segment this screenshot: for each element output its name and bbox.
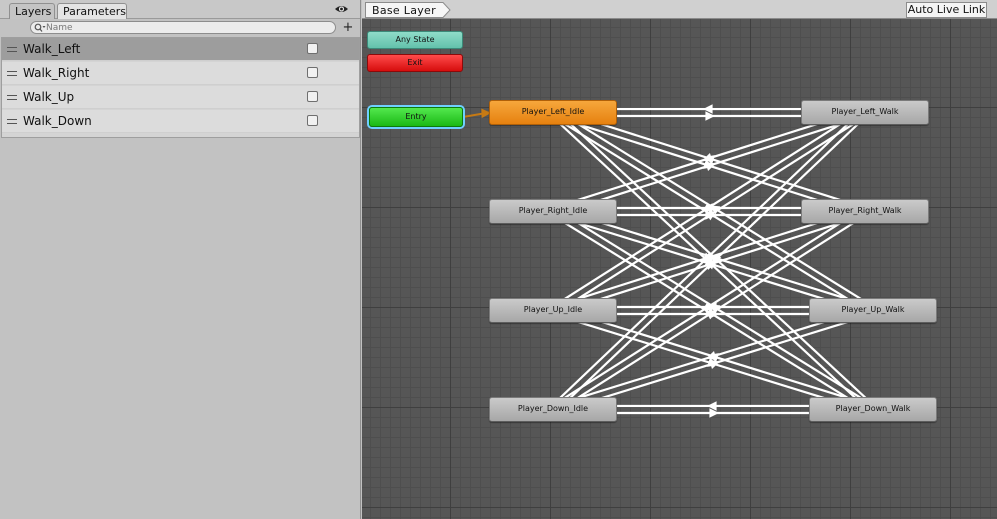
state-player-up-idle[interactable]: Player_Up_Idle [489, 298, 617, 323]
parameter-bool-checkbox[interactable] [307, 115, 318, 126]
graph-header: Base Layer Auto Live Link [362, 0, 997, 19]
drag-handle-icon[interactable] [7, 71, 17, 76]
drag-handle-icon[interactable] [7, 47, 17, 52]
state-player-up-walk[interactable]: Player_Up_Walk [809, 298, 937, 323]
search-input[interactable] [46, 22, 326, 33]
parameter-row-walk-right[interactable]: Walk_Right [2, 62, 359, 85]
state-player-left-idle[interactable]: Player_Left_Idle [489, 100, 617, 125]
state-any-state[interactable]: Any State [367, 31, 463, 49]
transition-arrow-icon [709, 408, 719, 418]
parameter-row-walk-left[interactable]: Walk_Left [2, 38, 359, 61]
transition-arrow-icon [707, 401, 717, 411]
parameter-name: Walk_Down [23, 114, 92, 128]
transition-lines [462, 104, 877, 418]
panel-tab-strip: Layers Parameters [0, 0, 360, 19]
transition-arrow-icon [705, 111, 715, 121]
parameter-name: Walk_Right [23, 66, 90, 80]
parameter-list: Walk_Left Walk_Right Walk_Up Walk_Down [1, 37, 360, 138]
state-machine-canvas[interactable]: Any State Exit Entry Player_Left_Idle Pl… [362, 19, 997, 519]
drag-handle-icon[interactable] [7, 119, 17, 124]
state-entry[interactable]: Entry [369, 107, 463, 127]
parameter-search-row: + [0, 19, 360, 37]
parameter-bool-checkbox[interactable] [307, 43, 318, 54]
animator-graph-panel: Base Layer Auto Live Link Any State Exit… [362, 0, 997, 519]
state-player-right-walk[interactable]: Player_Right_Walk [801, 199, 929, 224]
state-player-left-walk[interactable]: Player_Left_Walk [801, 100, 929, 125]
parameter-row-walk-down[interactable]: Walk_Down [2, 110, 359, 133]
transition-arrow-icon [703, 104, 713, 114]
auto-live-link-button[interactable]: Auto Live Link [906, 2, 987, 18]
search-icon [34, 23, 46, 32]
parameter-search-box[interactable] [30, 21, 336, 34]
state-player-down-walk[interactable]: Player_Down_Walk [809, 397, 937, 422]
tab-layers[interactable]: Layers [9, 3, 55, 19]
parameter-bool-checkbox[interactable] [307, 91, 318, 102]
add-parameter-button[interactable]: + [340, 20, 356, 36]
eye-icon[interactable] [334, 4, 349, 14]
state-exit[interactable]: Exit [367, 54, 463, 72]
state-player-right-idle[interactable]: Player_Right_Idle [489, 199, 617, 224]
tab-parameters[interactable]: Parameters [57, 3, 127, 19]
parameter-bool-checkbox[interactable] [307, 67, 318, 78]
parameter-row-walk-up[interactable]: Walk_Up [2, 86, 359, 109]
animator-side-panel: Layers Parameters + Walk_Left Walk_Right [0, 0, 361, 519]
parameter-name: Walk_Left [23, 42, 81, 56]
breadcrumb-label: Base Layer [372, 4, 436, 17]
state-player-down-idle[interactable]: Player_Down_Idle [489, 397, 617, 422]
breadcrumb-base-layer[interactable]: Base Layer [365, 2, 451, 18]
drag-handle-icon[interactable] [7, 95, 17, 100]
parameter-name: Walk_Up [23, 90, 75, 104]
